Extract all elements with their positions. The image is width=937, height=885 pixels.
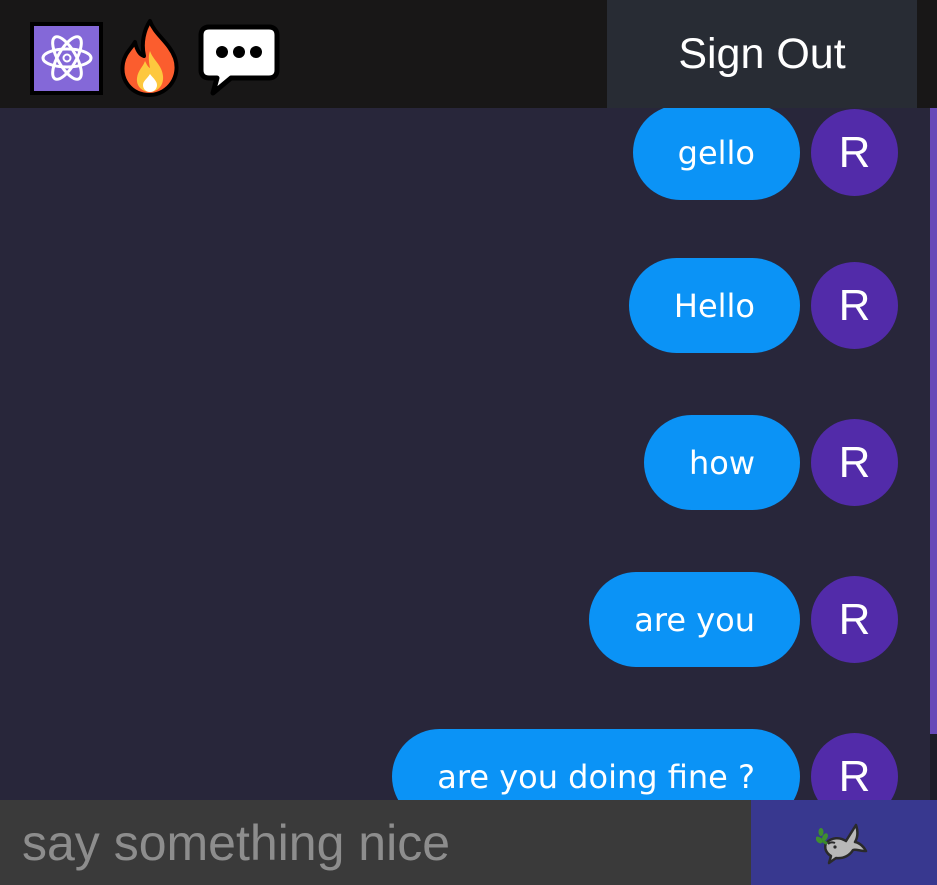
message-bubble: are you bbox=[589, 572, 800, 667]
logo-group bbox=[30, 17, 281, 99]
avatar: R bbox=[811, 576, 898, 663]
avatar: R bbox=[811, 262, 898, 349]
chat-message: are you doing fine ? R bbox=[392, 729, 898, 800]
app-header: Sign Out bbox=[0, 0, 937, 108]
message-bubble: how bbox=[643, 415, 800, 510]
scroll-thumb[interactable] bbox=[930, 108, 937, 734]
chat-message: how R bbox=[643, 415, 898, 510]
sign-out-button[interactable]: Sign Out bbox=[607, 0, 917, 108]
message-bubble: gello bbox=[632, 108, 800, 200]
avatar: R bbox=[811, 733, 898, 800]
chat-message: are you R bbox=[589, 572, 898, 667]
fire-icon bbox=[117, 18, 183, 98]
send-button[interactable] bbox=[751, 800, 937, 885]
chat-message: gello R bbox=[632, 108, 898, 200]
message-input[interactable] bbox=[0, 800, 751, 885]
react-atom-icon bbox=[30, 21, 103, 95]
dove-icon bbox=[815, 817, 872, 868]
message-form bbox=[0, 800, 937, 885]
message-list: gello R Hello R how R are you R are you … bbox=[0, 108, 930, 800]
chat-scrollbar[interactable] bbox=[930, 108, 937, 800]
avatar: R bbox=[811, 109, 898, 196]
avatar: R bbox=[811, 419, 898, 506]
speech-bubble-icon bbox=[197, 18, 281, 98]
message-bubble: are you doing fine ? bbox=[392, 729, 800, 800]
chat-app: Sign Out gello R Hello R how R are you R… bbox=[0, 0, 937, 885]
message-bubble: Hello bbox=[628, 258, 800, 353]
chat-message: Hello R bbox=[628, 258, 898, 353]
